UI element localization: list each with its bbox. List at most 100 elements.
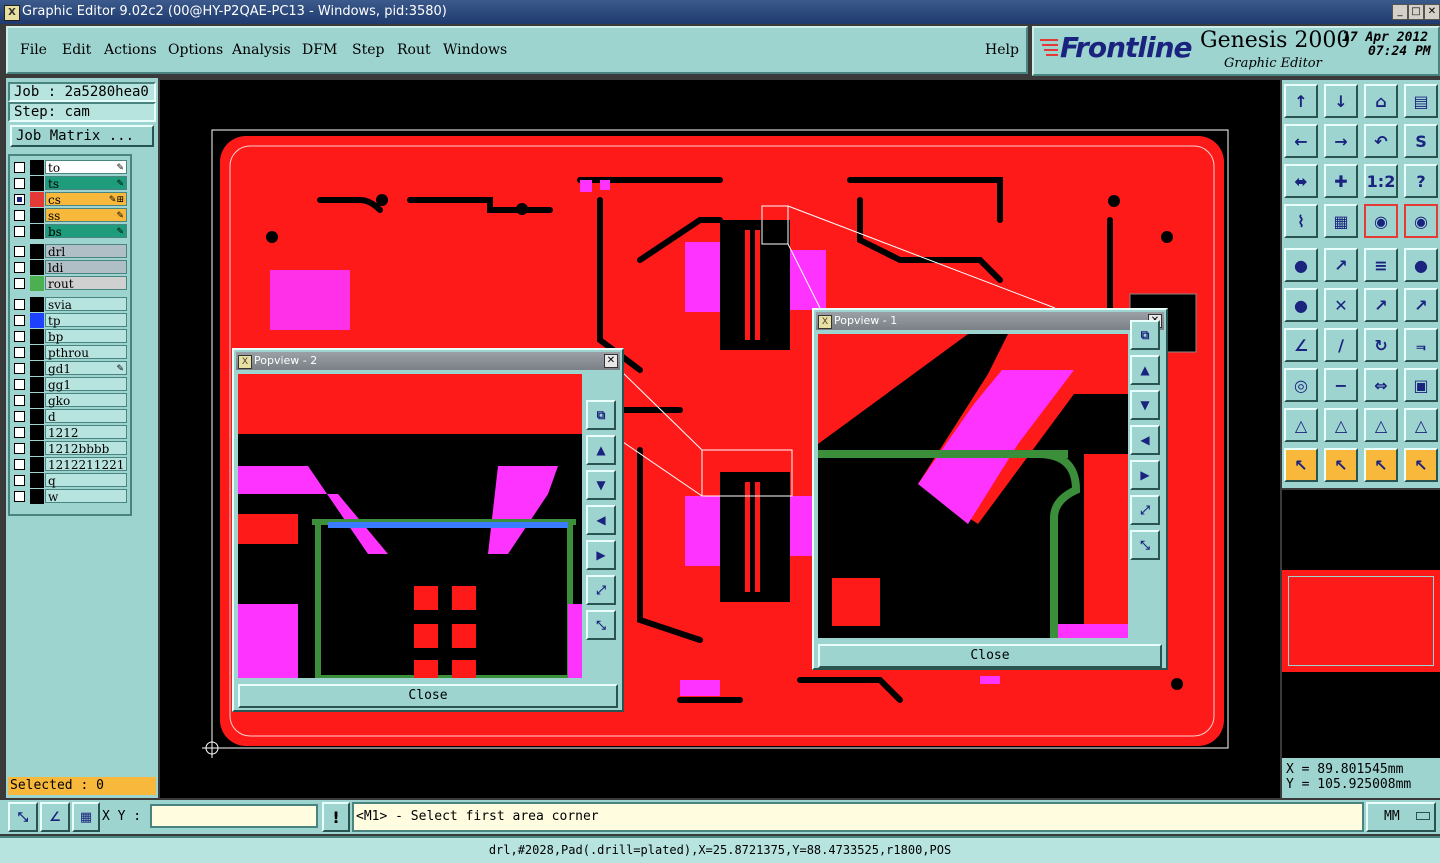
layer-row-d[interactable]: d	[12, 409, 130, 424]
menu-edit[interactable]: Edit	[62, 42, 91, 58]
layer-name[interactable]: bp	[45, 329, 127, 344]
layer-color-swatch[interactable]	[30, 457, 44, 472]
layer-name[interactable]: gd1 ✎	[45, 361, 127, 376]
layer-checkbox[interactable]	[14, 347, 25, 358]
popview-left-icon[interactable]: ◀	[586, 505, 616, 535]
layer-row-tp[interactable]: tp	[12, 313, 130, 328]
popview-window-icon[interactable]: ⧉	[586, 400, 616, 430]
layer-row-ts[interactable]: ts ✎	[12, 176, 130, 191]
popview-2-close-icon[interactable]: ✕	[604, 354, 618, 368]
menu-windows[interactable]: Windows	[443, 42, 507, 58]
popview-right-icon[interactable]: ▶	[1130, 460, 1160, 490]
zoom-area-icon[interactable]: ⤡	[8, 802, 38, 832]
layer-checkbox[interactable]	[14, 475, 25, 486]
layer-color-swatch[interactable]	[30, 224, 44, 239]
layer-row-to[interactable]: to ✎	[12, 160, 130, 175]
layer-color-swatch[interactable]	[30, 425, 44, 440]
close-window-button[interactable]: ✕	[1424, 4, 1440, 20]
popview-right-icon[interactable]: ▶	[586, 540, 616, 570]
menu-options[interactable]: Options	[168, 42, 223, 58]
layer-row-rout[interactable]: rout	[12, 276, 130, 291]
angle-icon[interactable]: ∠	[1284, 328, 1318, 362]
fit-icon[interactable]: ⬌	[1284, 164, 1318, 198]
center-icon[interactable]: ✚	[1324, 164, 1358, 198]
layer-color-swatch[interactable]	[30, 244, 44, 259]
layer-color-swatch[interactable]	[30, 441, 44, 456]
layer-checkbox[interactable]	[14, 210, 25, 221]
snap-icon[interactable]: ⌇	[1284, 204, 1318, 238]
layer-checkbox[interactable]	[14, 395, 25, 406]
popview-left-icon[interactable]: ◀	[1130, 425, 1160, 455]
layer-row-1212bbbb[interactable]: 1212bbbb	[12, 441, 130, 456]
layer-name[interactable]: drl	[45, 244, 127, 259]
layer-checkbox[interactable]	[14, 363, 25, 374]
layer-checkbox[interactable]	[14, 299, 25, 310]
layer-name[interactable]: svia	[45, 297, 127, 312]
maximize-button[interactable]: □	[1408, 4, 1424, 20]
job-matrix-button[interactable]: Job Matrix ...	[10, 125, 154, 147]
layer-checkbox[interactable]	[14, 379, 25, 390]
layer-a-icon[interactable]: ◉	[1364, 204, 1398, 238]
layer-checkbox[interactable]	[14, 162, 25, 173]
select-icon[interactable]: ↖	[1284, 448, 1318, 482]
layer-name[interactable]: to ✎	[45, 160, 127, 175]
layer-checkbox[interactable]	[14, 262, 25, 273]
layer-checkbox[interactable]	[14, 331, 25, 342]
popview-down-icon[interactable]: ▼	[1130, 390, 1160, 420]
layer-color-swatch[interactable]	[30, 345, 44, 360]
select-net-icon[interactable]: ↖	[1404, 448, 1438, 482]
undo-icon[interactable]: ↶	[1364, 124, 1398, 158]
layer-name[interactable]: cs ✎⊞	[45, 192, 127, 207]
layer-color-swatch[interactable]	[30, 473, 44, 488]
triangle-c-icon[interactable]: △	[1364, 408, 1398, 442]
layer-row-ss[interactable]: ss ✎	[12, 208, 130, 223]
layer-name[interactable]: 1212211221	[45, 457, 127, 472]
layer-color-swatch[interactable]	[30, 297, 44, 312]
layer-row-1212[interactable]: 1212	[12, 425, 130, 440]
pick-icon[interactable]: ●	[1284, 248, 1318, 282]
layer-name[interactable]: w	[45, 489, 127, 504]
menu-file[interactable]: File	[20, 42, 47, 58]
line-icon[interactable]: ∕	[1324, 328, 1358, 362]
cross-icon[interactable]: ✕	[1324, 288, 1358, 322]
layer-color-swatch[interactable]	[30, 276, 44, 291]
layer-row-drl[interactable]: drl	[12, 244, 130, 259]
pan-right-icon[interactable]: →	[1324, 124, 1358, 158]
layer-name[interactable]: ldi	[45, 260, 127, 275]
layer-checkbox[interactable]	[14, 315, 25, 326]
layer-row-cs[interactable]: cs ✎⊞	[12, 192, 130, 207]
layer-row-bp[interactable]: bp	[12, 329, 130, 344]
layer-row-gg1[interactable]: gg1	[12, 377, 130, 392]
ruler-icon[interactable]: ≡	[1364, 248, 1398, 282]
popview-up-icon[interactable]: ▲	[586, 435, 616, 465]
dimension-icon[interactable]: ⇔	[1364, 368, 1398, 402]
xy-input[interactable]	[150, 804, 318, 828]
flip-icon[interactable]: S	[1404, 124, 1438, 158]
popview-1-canvas[interactable]	[818, 334, 1128, 638]
layer-checkbox[interactable]	[14, 427, 25, 438]
menu-rout[interactable]: Rout	[397, 42, 431, 58]
layer-color-swatch[interactable]	[30, 313, 44, 328]
menu-help[interactable]: Help	[985, 42, 1019, 58]
menu-step[interactable]: Step	[352, 42, 384, 58]
layer-row-bs[interactable]: bs ✎	[12, 224, 130, 239]
select-box-icon[interactable]: ↖	[1324, 448, 1358, 482]
layer-name[interactable]: bs ✎	[45, 224, 127, 239]
pan-up-icon[interactable]: ↑	[1284, 84, 1318, 118]
popview-down-icon[interactable]: ▼	[586, 470, 616, 500]
pan-down-icon[interactable]: ↓	[1324, 84, 1358, 118]
layer-name[interactable]: d	[45, 409, 127, 424]
pad-icon[interactable]: ◎	[1284, 368, 1318, 402]
overview-viewport[interactable]	[1288, 576, 1434, 666]
menu-actions[interactable]: Actions	[104, 42, 157, 58]
popview-up-icon[interactable]: ▲	[1130, 355, 1160, 385]
popview-zoom-out-icon[interactable]: ⤡	[1130, 530, 1160, 560]
pan-left-icon[interactable]: ←	[1284, 124, 1318, 158]
layer-color-swatch[interactable]	[30, 160, 44, 175]
popview-zoom-out-icon[interactable]: ⤡	[586, 610, 616, 640]
measure-icon[interactable]: ↗	[1324, 248, 1358, 282]
ratsnest-a-icon[interactable]: ↗	[1364, 288, 1398, 322]
layer-b-icon[interactable]: ◉	[1404, 204, 1438, 238]
units-select[interactable]: MM	[1366, 802, 1436, 832]
scale-1-2-icon[interactable]: 1:2	[1364, 164, 1398, 198]
